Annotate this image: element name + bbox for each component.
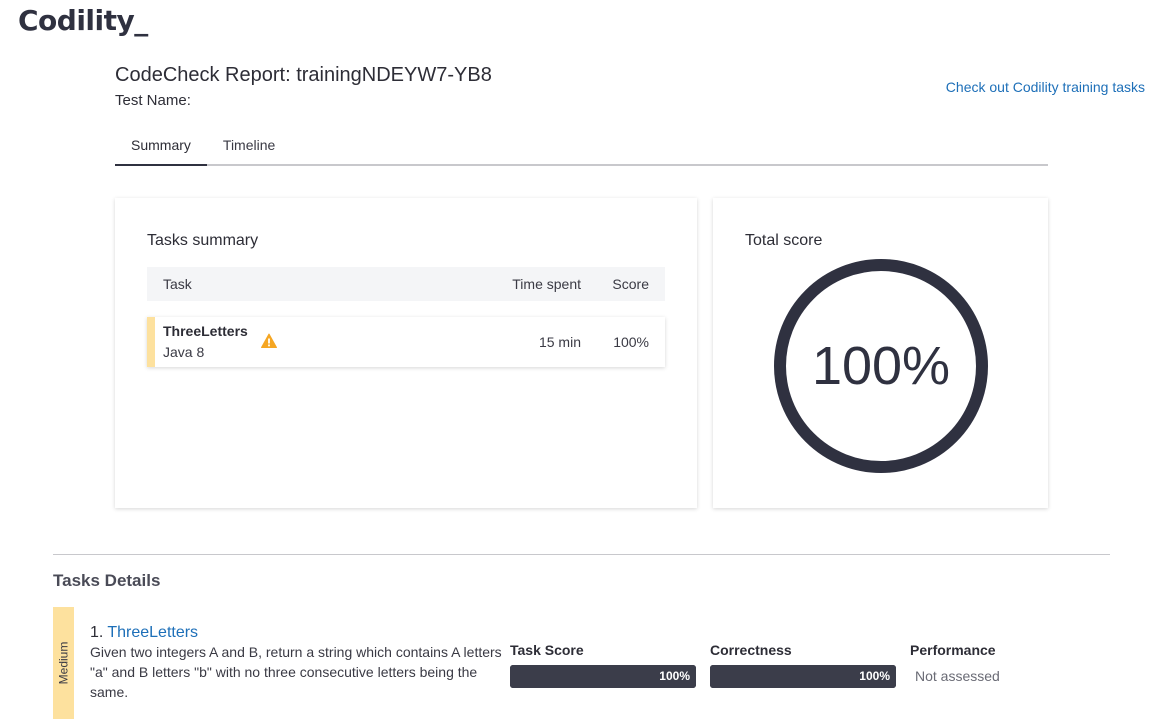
tab-summary[interactable]: Summary <box>115 128 207 166</box>
correctness-bar-value: 100% <box>859 669 890 683</box>
correctness-bar: 100% <box>710 665 896 688</box>
tab-timeline[interactable]: Timeline <box>207 128 291 164</box>
task-detail-link[interactable]: ThreeLetters <box>107 624 198 641</box>
total-score-card: Total score 100% <box>713 198 1048 508</box>
performance-label: Performance <box>910 642 996 658</box>
column-header-score: Score <box>612 276 649 292</box>
task-language: Java 8 <box>163 344 205 360</box>
correctness-label: Correctness <box>710 642 792 658</box>
difficulty-label: Medium <box>56 641 71 685</box>
test-name-label: Test Name: <box>115 92 191 109</box>
score-ring: 100% <box>773 258 989 474</box>
task-time-spent: 15 min <box>538 334 581 350</box>
tasks-details-title: Tasks Details <box>53 571 161 590</box>
logo-text: Codility <box>18 4 135 37</box>
tasks-summary-card: Tasks summary Task Time spent Score Thre… <box>115 198 697 508</box>
task-score: 100% <box>613 334 649 350</box>
training-tasks-link[interactable]: Check out Codility training tasks <box>946 79 1145 95</box>
report-title: CodeCheck Report: trainingNDEYW7-YB8 <box>115 64 492 86</box>
tasks-summary-title: Tasks summary <box>147 232 259 249</box>
task-name: ThreeLetters <box>163 323 248 339</box>
total-score-title: Total score <box>745 232 823 249</box>
task-score-bar: 100% <box>510 665 696 688</box>
task-score-bar-value: 100% <box>659 669 690 683</box>
report-tabs: Summary Timeline <box>115 128 1048 166</box>
codility-logo[interactable]: Codility_ <box>18 4 148 37</box>
task-detail-title: 1. ThreeLetters <box>90 624 198 642</box>
tasks-table-header: Task Time spent Score <box>147 267 665 301</box>
column-header-time-spent: Time spent <box>512 276 581 292</box>
task-description: Given two integers A and B, return a str… <box>90 644 502 700</box>
table-row[interactable]: ThreeLetters Java 8 15 min 100% <box>147 317 665 367</box>
difficulty-label-wrap: Medium <box>53 607 74 719</box>
section-divider <box>53 554 1110 555</box>
performance-value: Not assessed <box>915 668 1000 684</box>
logo-cursor: _ <box>134 4 148 37</box>
warning-icon[interactable] <box>261 333 277 349</box>
task-number: 1. <box>90 624 104 641</box>
task-score-label: Task Score <box>510 642 584 658</box>
column-header-task: Task <box>163 276 192 292</box>
total-score-value: 100% <box>811 336 951 396</box>
